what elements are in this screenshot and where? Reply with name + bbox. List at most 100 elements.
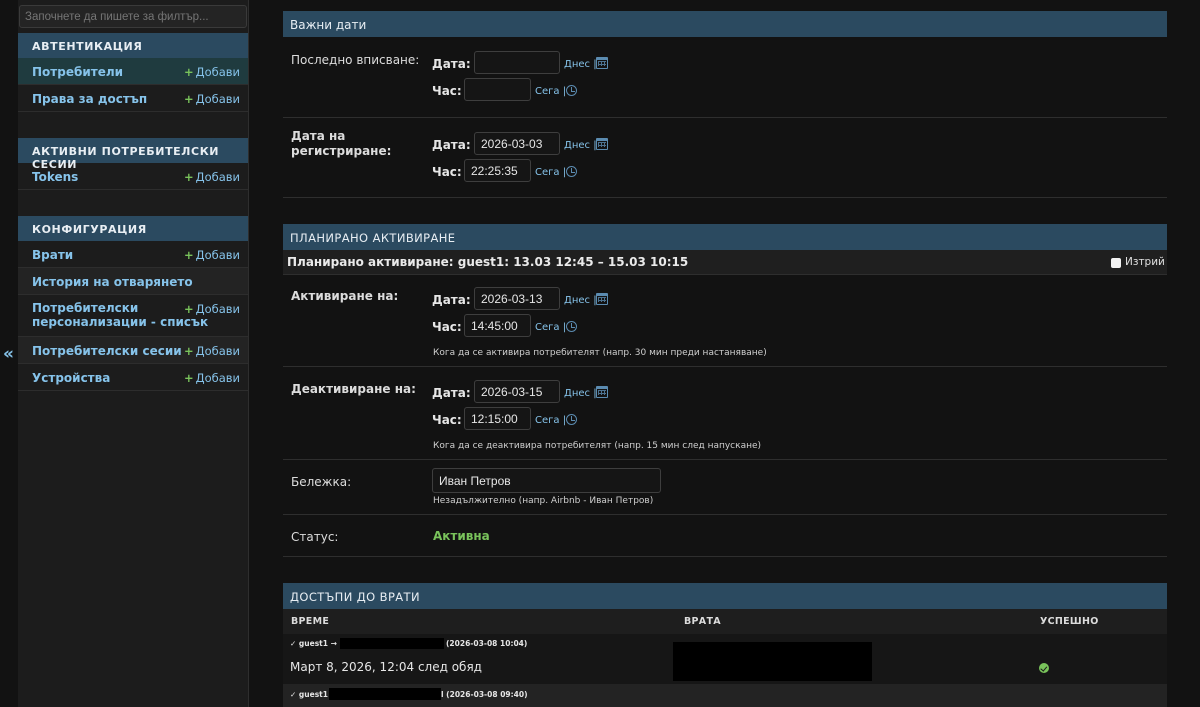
scheduled-entry-bar: Планирано активиране: guest1: 13.03 12:4…: [283, 250, 1167, 275]
calendar-icon[interactable]: [596, 293, 608, 305]
sidebar-item-devices[interactable]: Устройства + Добави: [18, 364, 248, 391]
last-login-date-input[interactable]: [474, 51, 560, 74]
now-link[interactable]: Сега |: [535, 322, 566, 333]
sidebar-item-tokens[interactable]: Tokens + Добави: [18, 163, 248, 190]
sidebar-item-label[interactable]: Права за достъп: [32, 92, 147, 106]
module-authentication: АВТЕНТИКАЦИЯ Потребители + Добави Права з…: [18, 33, 248, 112]
entry-timestamp: (2026-03-08 10:04): [446, 639, 528, 648]
delete-checkbox[interactable]: [1111, 258, 1121, 268]
time-label: Час:: [432, 320, 462, 334]
divider: [283, 514, 1167, 515]
entry-time: Март 8, 2026, 12:04 след обяд: [290, 660, 482, 674]
table-row: ✓ guest1 → (2026-03-08 10:04) Март 8, 20…: [283, 634, 1167, 684]
add-token-link[interactable]: + Добави: [184, 170, 240, 184]
calendar-icon[interactable]: [596, 386, 608, 398]
add-customization-link[interactable]: + Добави: [184, 302, 240, 316]
clock-icon[interactable]: [566, 166, 577, 177]
table-row: ✓ guest1 · l (2026-03-08 09:40): [283, 684, 1167, 707]
add-door-link[interactable]: + Добави: [184, 248, 240, 262]
section-title-door-access: ДОСТЪПИ ДО ВРАТИ: [283, 583, 1167, 609]
activate-label: Активиране на:: [291, 289, 399, 303]
sidebar-item-doors[interactable]: Врати + Добави: [18, 241, 248, 268]
plus-icon: +: [183, 371, 194, 385]
activate-time-input[interactable]: [464, 314, 531, 337]
last-login-label: Последно вписване:: [291, 53, 420, 67]
section-title-important-dates: Важни дати: [283, 11, 1167, 37]
sidebar-item-label[interactable]: Потребителски сесии: [32, 344, 182, 358]
delete-label[interactable]: Изтрий: [1125, 256, 1165, 268]
redacted-block: [340, 638, 444, 649]
add-permission-link[interactable]: + Добави: [184, 92, 240, 106]
date-joined-date-input[interactable]: [474, 132, 560, 155]
deactivate-date-input[interactable]: [474, 380, 560, 403]
last-login-time-input[interactable]: [464, 78, 531, 101]
now-link[interactable]: Сега |: [535, 167, 566, 178]
sidebar-item-user-customizations[interactable]: Потребителски персонализации - списък + До…: [18, 295, 248, 337]
column-header-time: ВРЕМЕ: [291, 616, 330, 627]
sidebar-item-label[interactable]: Потребители: [32, 65, 123, 79]
add-device-link[interactable]: + Добави: [184, 371, 240, 385]
clock-icon[interactable]: [566, 85, 577, 96]
clock-icon[interactable]: [566, 321, 577, 332]
date-label: Дата:: [432, 293, 471, 307]
divider: [283, 366, 1167, 367]
collapse-sidebar-button[interactable]: «: [3, 344, 14, 364]
divider: [283, 197, 1167, 198]
today-link[interactable]: Днес |: [564, 388, 597, 399]
plus-icon: +: [183, 92, 194, 106]
plus-icon: +: [183, 170, 194, 184]
add-user-link[interactable]: + Добави: [184, 65, 240, 79]
deactivate-time-input[interactable]: [464, 407, 531, 430]
deactivate-label: Деактивиране на:: [291, 382, 416, 396]
module-title: АКТИВНИ ПОТРЕБИТЕЛСКИ СЕСИИ: [18, 138, 248, 171]
sidebar-item-users[interactable]: Потребители + Добави: [18, 58, 248, 85]
note-label: Бележка:: [291, 475, 352, 489]
status-label: Статус:: [291, 530, 339, 544]
deactivate-help-text: Кога да се деактивира потребителят (напр…: [433, 441, 762, 451]
date-label: Дата:: [432, 57, 471, 71]
sidebar-item-label[interactable]: Потребителски персонализации - списък: [32, 301, 208, 329]
module-configuration: КОНФИГУРАЦИЯ Врати + Добави История на от…: [18, 216, 248, 391]
column-header-door: ВРАТА: [684, 616, 721, 627]
calendar-icon[interactable]: [596, 57, 608, 69]
nav-filter-input[interactable]: [19, 5, 247, 28]
date-label: Дата:: [432, 386, 471, 400]
today-link[interactable]: Днес |: [564, 295, 597, 306]
today-link[interactable]: Днес |: [564, 59, 597, 70]
date-label: Дата:: [432, 138, 471, 152]
scheduled-entry-title: Планирано активиране: guest1: 13.03 12:4…: [287, 255, 689, 269]
time-label: Час:: [432, 413, 462, 427]
divider: [283, 459, 1167, 460]
now-link[interactable]: Сега |: [535, 415, 566, 426]
note-help-text: Незадължително (напр. Airbnb - Иван Петр…: [433, 496, 654, 506]
column-header-success: УСПЕШНО: [1040, 616, 1099, 627]
sidebar-item-label[interactable]: История на отварянето: [32, 275, 193, 289]
plus-icon: +: [183, 65, 194, 79]
success-check-icon: [1039, 663, 1049, 673]
plus-icon: +: [183, 302, 194, 316]
section-title-scheduled: ПЛАНИРАНО АКТИВИРАНЕ: [283, 224, 1167, 250]
module-title: КОНФИГУРАЦИЯ: [18, 216, 248, 241]
plus-icon: +: [183, 344, 194, 358]
today-link[interactable]: Днес |: [564, 140, 597, 151]
activate-date-input[interactable]: [474, 287, 560, 310]
sidebar-item-permissions[interactable]: Права за достъп + Добави: [18, 85, 248, 112]
sidebar-item-label[interactable]: Tokens: [32, 170, 78, 184]
date-joined-time-input[interactable]: [464, 159, 531, 182]
sidebar-item-open-history[interactable]: История на отварянето: [18, 268, 248, 295]
sidebar-item-label[interactable]: Врати: [32, 248, 73, 262]
add-session-link[interactable]: + Добави: [184, 344, 240, 358]
clock-icon[interactable]: [566, 414, 577, 425]
time-label: Час:: [432, 165, 462, 179]
date-joined-label: Дата на регистриране:: [291, 129, 392, 158]
plus-icon: +: [183, 248, 194, 262]
note-input[interactable]: [432, 468, 661, 493]
sidebar-item-label[interactable]: Устройства: [32, 371, 110, 385]
divider: [283, 117, 1167, 118]
divider: [283, 556, 1167, 557]
entry-timestamp: l (2026-03-08 09:40): [441, 690, 528, 699]
table-header: ВРЕМЕ ВРАТА УСПЕШНО: [283, 609, 1167, 634]
sidebar-item-user-sessions[interactable]: Потребителски сесии + Добави: [18, 337, 248, 364]
calendar-icon[interactable]: [596, 138, 608, 150]
now-link[interactable]: Сега |: [535, 86, 566, 97]
